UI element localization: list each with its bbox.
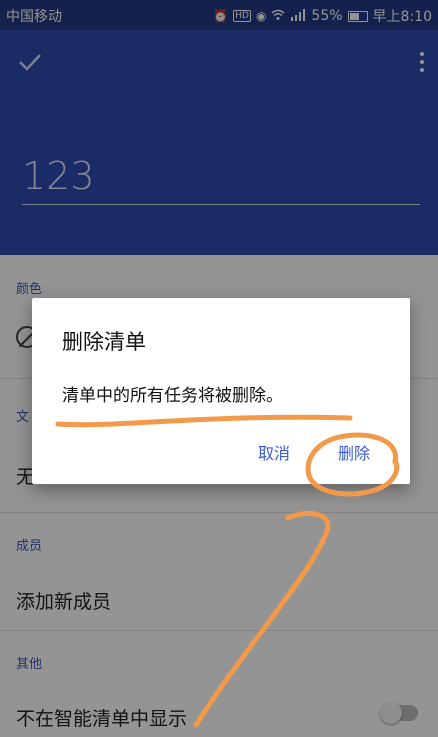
dialog-message: 清单中的所有任务将被删除。: [62, 386, 283, 406]
delete-button[interactable]: 删除: [338, 440, 370, 464]
dialog-title: 删除清单: [62, 330, 146, 354]
delete-list-dialog: 删除清单 清单中的所有任务将被删除。 取消 删除: [32, 298, 410, 484]
cancel-button[interactable]: 取消: [258, 440, 290, 464]
